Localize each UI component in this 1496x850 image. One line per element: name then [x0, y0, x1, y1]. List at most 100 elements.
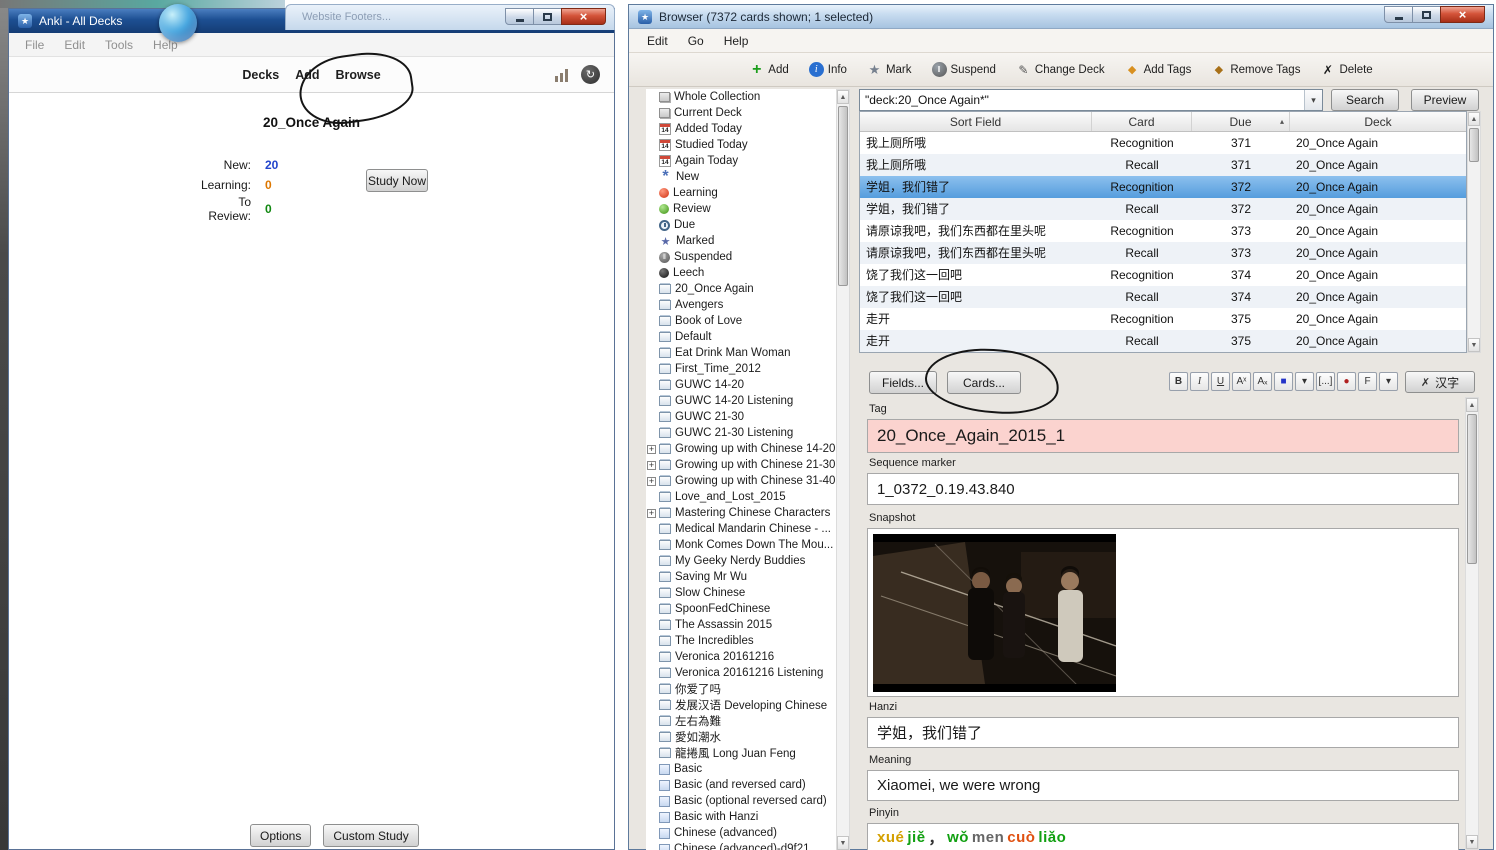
menu-item[interactable]: Edit [54, 35, 95, 55]
minimize-button[interactable] [1384, 6, 1413, 23]
menu-item[interactable]: Edit [637, 31, 678, 51]
sidebar-item[interactable]: Chinese (advanced) [646, 825, 836, 841]
format-button[interactable]: I [1190, 372, 1209, 391]
sidebar-item[interactable]: Basic (optional reversed card) [646, 793, 836, 809]
action-button[interactable]: ★ Mark [867, 62, 912, 77]
menu-item[interactable]: Tools [95, 35, 143, 55]
action-button[interactable]: i Info [809, 62, 847, 77]
scroll-up-icon[interactable]: ▲ [1468, 112, 1480, 126]
table-scrollbar[interactable]: ▲ ▼ [1467, 111, 1481, 353]
sidebar-item[interactable]: 愛如潮水 [646, 729, 836, 745]
search-button[interactable]: Search [1331, 89, 1399, 111]
table-row[interactable]: 饶了我们这一回吧 Recall 374 20_Once Again [860, 286, 1466, 308]
toolbar-link[interactable]: Decks [234, 68, 287, 82]
sidebar-item[interactable]: 20_Once Again [646, 281, 836, 297]
sidebar-item[interactable]: 14 Added Today [646, 121, 836, 137]
close-button[interactable]: × [561, 8, 606, 25]
format-button[interactable]: Aₓ [1253, 372, 1272, 391]
sidebar-item[interactable]: Book of Love [646, 313, 836, 329]
sidebar-item[interactable]: Leech [646, 265, 836, 281]
table-row[interactable]: 走开 Recall 375 20_Once Again [860, 330, 1466, 352]
sidebar-item[interactable]: Basic with Hanzi [646, 809, 836, 825]
sidebar-item[interactable]: 14 Studied Today [646, 137, 836, 153]
sidebar-item[interactable]: GUWC 21-30 [646, 409, 836, 425]
sidebar-item[interactable]: My Geeky Nerdy Buddies [646, 553, 836, 569]
menu-item[interactable]: Go [678, 31, 714, 51]
sidebar-item[interactable]: Monk Comes Down The Mou... [646, 537, 836, 553]
expander-icon[interactable]: + [647, 509, 656, 518]
menu-item[interactable]: File [15, 35, 54, 55]
sidebar-item[interactable]: Learning [646, 185, 836, 201]
scroll-up-icon[interactable]: ▲ [837, 90, 849, 104]
table-row[interactable]: 我上厕所哦 Recognition 371 20_Once Again [860, 132, 1466, 154]
sidebar-scrollbar[interactable]: ▲ ▼ [836, 89, 850, 850]
background-window-titlebar[interactable]: Website Footers... × [285, 4, 615, 30]
deck-option-button[interactable]: Options [250, 824, 311, 847]
search-input[interactable] [860, 93, 1304, 107]
format-button[interactable]: [...] [1316, 372, 1335, 391]
sidebar-item[interactable]: SpoonFedChinese [646, 601, 836, 617]
pinyin-field[interactable]: xuéjiě，wǒmencuòliǎo [867, 823, 1459, 850]
column-header-due[interactable]: Due ▴ [1192, 112, 1290, 131]
action-button[interactable]: ◆ Add Tags [1125, 62, 1192, 77]
sidebar-item[interactable]: ‖ Suspended [646, 249, 836, 265]
sidebar-item[interactable]: Whole Collection [646, 89, 836, 105]
study-now-button[interactable]: Study Now [366, 169, 428, 192]
format-button[interactable]: Aˣ [1232, 372, 1251, 391]
scroll-down-icon[interactable]: ▼ [837, 836, 849, 850]
sidebar-item[interactable]: Due [646, 217, 836, 233]
format-button[interactable]: ▾ [1295, 372, 1314, 391]
hanzi-toggle-button[interactable]: ✗ 汉字 [1405, 371, 1475, 393]
sidebar-item[interactable]: 发展汉语 Developing Chinese [646, 697, 836, 713]
sidebar-item[interactable]: + Growing up with Chinese 31-40 [646, 473, 836, 489]
sidebar-item[interactable]: Veronica 20161216 [646, 649, 836, 665]
format-button[interactable]: ▾ [1379, 372, 1398, 391]
search-dropdown-icon[interactable]: ▾ [1304, 90, 1322, 110]
scroll-down-icon[interactable]: ▼ [1468, 338, 1480, 352]
snapshot-field[interactable] [867, 528, 1459, 697]
sidebar-item[interactable]: + Growing up with Chinese 14-20 [646, 441, 836, 457]
sidebar-item[interactable]: Chinese (advanced)-d9f21 [646, 841, 836, 850]
table-row[interactable]: 走开 Recognition 375 20_Once Again [860, 308, 1466, 330]
sidebar-item[interactable]: Basic [646, 761, 836, 777]
sidebar-item[interactable]: Current Deck [646, 105, 836, 121]
maximize-button[interactable] [1412, 6, 1441, 23]
sidebar-item[interactable]: Veronica 20161216 Listening [646, 665, 836, 681]
sidebar-item[interactable]: GUWC 21-30 Listening [646, 425, 836, 441]
scrollbar-thumb[interactable] [1467, 414, 1477, 564]
sidebar-item[interactable]: * New [646, 169, 836, 185]
sidebar-item[interactable]: GUWC 14-20 [646, 377, 836, 393]
sidebar-item[interactable]: 龍捲風 Long Juan Feng [646, 745, 836, 761]
minimize-button[interactable] [505, 8, 534, 25]
close-button[interactable]: × [1440, 6, 1485, 23]
table-row[interactable]: 学姐，我们错了 Recall 372 20_Once Again [860, 198, 1466, 220]
action-button[interactable]: ✎ Change Deck [1016, 62, 1105, 77]
sidebar-item[interactable]: 左右為難 [646, 713, 836, 729]
sidebar-item[interactable]: The Incredibles [646, 633, 836, 649]
expander-icon[interactable]: + [647, 477, 656, 486]
table-row[interactable]: 学姐，我们错了 Recognition 372 20_Once Again [860, 176, 1466, 198]
sidebar-item[interactable]: + Mastering Chinese Characters [646, 505, 836, 521]
table-row[interactable]: 饶了我们这一回吧 Recognition 374 20_Once Again [860, 264, 1466, 286]
sidebar-item[interactable]: Medical Mandarin Chinese - ... [646, 521, 836, 537]
hanzi-field[interactable]: 学姐，我们错了 [867, 717, 1459, 748]
sync-icon[interactable]: ↻ [581, 65, 600, 84]
maximize-button[interactable] [533, 8, 562, 25]
menu-item[interactable]: Help [714, 31, 759, 51]
action-button[interactable]: + Add [749, 62, 788, 77]
sidebar-item[interactable]: Love_and_Lost_2015 [646, 489, 836, 505]
editor-scrollbar[interactable]: ▲ ▼ [1465, 397, 1479, 850]
column-header-deck[interactable]: Deck [1290, 112, 1466, 131]
sidebar-item[interactable]: 14 Again Today [646, 153, 836, 169]
sidebar-item[interactable]: First_Time_2012 [646, 361, 836, 377]
sequence-marker-field[interactable]: 1_0372_0.19.43.840 [867, 473, 1459, 505]
sidebar-item[interactable]: Default [646, 329, 836, 345]
format-button[interactable]: U [1211, 372, 1230, 391]
action-button[interactable]: ‖ Suspend [932, 62, 996, 77]
scrollbar-thumb[interactable] [1469, 128, 1479, 162]
expander-icon[interactable]: + [647, 461, 656, 470]
sidebar-item[interactable]: GUWC 14-20 Listening [646, 393, 836, 409]
notification-orb-icon[interactable] [159, 4, 197, 42]
sidebar-item[interactable]: ★ Marked [646, 233, 836, 249]
browser-titlebar[interactable]: ★ Browser (7372 cards shown; 1 selected) [629, 5, 1493, 29]
